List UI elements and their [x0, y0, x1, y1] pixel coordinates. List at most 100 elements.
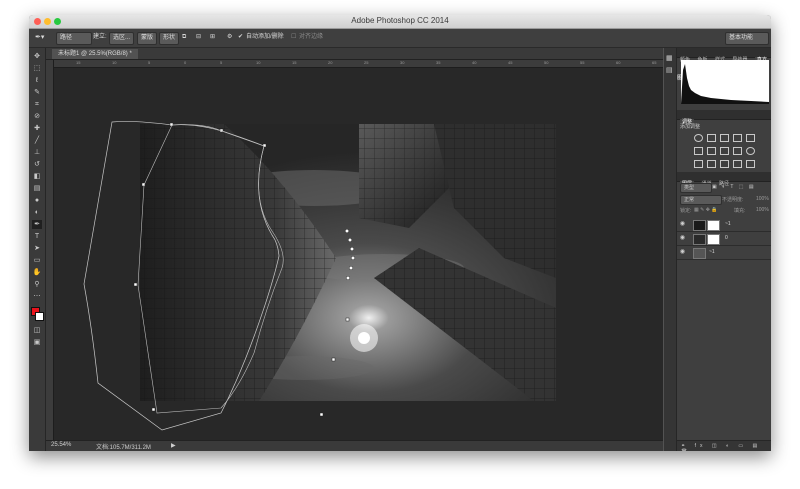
quick-mask-icon[interactable]: ◫: [32, 326, 42, 335]
visibility-eye-icon[interactable]: ◉: [679, 249, 686, 256]
path-arrangement-icon[interactable]: ⊞: [210, 32, 215, 43]
options-bar: ✒▾ 路径 建立: 选区... 蒙版 形状 ⧉ ⊟ ⊞ ⚙ ✔ 自动添加/删除 …: [29, 29, 771, 48]
pen-tool-icon[interactable]: ✒: [32, 220, 42, 229]
channel-mixer-icon[interactable]: [746, 147, 755, 155]
background-color-swatch[interactable]: [35, 312, 44, 321]
crop-tool-icon[interactable]: ⌗: [32, 100, 42, 109]
panel-icon-strip: ▦ ▤: [664, 48, 677, 451]
type-tool-icon[interactable]: T: [32, 232, 42, 241]
lock-icons[interactable]: ▦ ✎ ✥ 🔒: [694, 207, 718, 213]
history-brush-tool-icon[interactable]: ↺: [32, 160, 42, 169]
ruler-tick: 40: [472, 60, 477, 65]
photo-filter-icon[interactable]: [733, 147, 742, 155]
layers-footer: ⚭ fx ◫ ◐ ▭ ▤ 🗑: [677, 440, 771, 451]
ruler-tick: 5: [220, 60, 223, 65]
document-tab-bar: 未标题1 @ 25.5%(RGB/8) *: [46, 48, 663, 60]
gradient-map-icon[interactable]: [733, 160, 742, 168]
exposure-icon[interactable]: [733, 134, 742, 142]
invert-icon[interactable]: [694, 160, 703, 168]
path-selection-tool-icon[interactable]: ➤: [32, 244, 42, 253]
path-alignment-icon[interactable]: ⊟: [196, 32, 201, 43]
properties-panel-icon[interactable]: ▤: [666, 66, 673, 74]
black-white-icon[interactable]: [720, 147, 729, 155]
hue-saturation-icon[interactable]: [694, 147, 703, 155]
histogram: [681, 60, 769, 104]
fill-value[interactable]: 100%: [756, 207, 769, 213]
move-tool-icon[interactable]: ✥: [32, 52, 42, 61]
dodge-tool-icon[interactable]: ◐: [32, 208, 42, 217]
healing-brush-tool-icon[interactable]: ✚: [32, 124, 42, 133]
layer-row[interactable]: ◉ ~1: [677, 218, 771, 232]
lasso-tool-icon[interactable]: ℓ: [32, 76, 42, 85]
fill-label: 填充:: [734, 208, 746, 214]
blend-mode-select[interactable]: 正常: [680, 195, 722, 205]
status-menu-arrow-icon[interactable]: ▶: [171, 442, 176, 449]
layer-row[interactable]: ◉ 0: [677, 232, 771, 246]
layer-thumbnail: [693, 248, 706, 259]
eraser-tool-icon[interactable]: ◧: [32, 172, 42, 181]
add-adjustment-label: 添加调整: [680, 124, 701, 130]
path-mode-select[interactable]: 路径: [56, 32, 92, 45]
document-info[interactable]: 文档:105.7M/311.2M: [96, 442, 151, 451]
history-panel-icon[interactable]: ▦: [666, 54, 673, 62]
hand-tool-icon[interactable]: ✋: [32, 268, 42, 277]
gradient-tool-icon[interactable]: ▤: [32, 184, 42, 193]
canvas[interactable]: [54, 68, 663, 440]
layer-row[interactable]: ◉ ~1: [677, 246, 771, 260]
visibility-eye-icon[interactable]: ◉: [679, 221, 686, 228]
brightness-contrast-icon[interactable]: [694, 134, 703, 142]
make-label: 建立:: [93, 34, 107, 40]
marquee-tool-icon[interactable]: ⬚: [32, 64, 42, 73]
ruler-tick: 10: [256, 60, 261, 65]
vibrance-icon[interactable]: [746, 134, 755, 142]
title-bar: Adobe Photoshop CC 2014: [29, 15, 771, 29]
clone-stamp-tool-icon[interactable]: ⊥: [32, 148, 42, 157]
mask-button[interactable]: 蒙版: [137, 32, 158, 45]
gear-icon[interactable]: ⚙: [227, 32, 232, 43]
layer-kind-filter[interactable]: 类型: [680, 183, 712, 193]
align-edges-checkbox[interactable]: ☐: [291, 32, 296, 43]
quick-select-tool-icon[interactable]: ✎: [32, 88, 42, 97]
layer-thumbnail: [693, 234, 706, 245]
status-bar: 25.54% 文档:105.7M/311.2M ▶: [46, 440, 663, 451]
right-panels: ▦ ▤ 颜色 色板 样式 导航器 直方图 调整 添加调整 路径 类型 ▣ ◐ T…: [664, 48, 771, 451]
ruler-tick: 55: [580, 60, 585, 65]
auto-add-delete-label: 自动添加/删除: [246, 34, 284, 40]
screen-mode-icon[interactable]: ▣: [32, 338, 42, 347]
color-balance-icon[interactable]: [707, 147, 716, 155]
ruler-tick: 5: [148, 60, 151, 65]
brush-tool-icon[interactable]: ╱: [32, 136, 42, 145]
selection-button[interactable]: 选区...: [109, 32, 135, 45]
auto-add-delete-checkbox[interactable]: ✔: [238, 32, 243, 43]
layer-name: 0: [725, 235, 728, 241]
ruler-tick: 15: [292, 60, 297, 65]
posterize-icon[interactable]: [707, 160, 716, 168]
photo: [140, 124, 556, 401]
opacity-value[interactable]: 100%: [756, 196, 769, 202]
window-title: Adobe Photoshop CC 2014: [351, 16, 449, 25]
horizontal-ruler: 15 10 5 0 5 10 15 20 25 30 35 40 45 50 5…: [54, 60, 663, 68]
eyedropper-tool-icon[interactable]: ⊘: [32, 112, 42, 121]
more-tools-icon[interactable]: ⋯: [32, 292, 42, 301]
pen-tool-icon[interactable]: ✒▾: [35, 32, 44, 43]
ruler-tick: 15: [76, 60, 81, 65]
document-area: 未标题1 @ 25.5%(RGB/8) * 15 10 5 0 5 10 15 …: [46, 48, 663, 451]
layers-footer-icons[interactable]: ⚭ fx ◫ ◐ ▭ ▤ 🗑: [681, 443, 771, 451]
curves-icon[interactable]: [720, 134, 729, 142]
layer-name: ~1: [725, 221, 731, 227]
threshold-icon[interactable]: [720, 160, 729, 168]
workspace-switcher[interactable]: 基本功能: [725, 32, 769, 45]
document-tab[interactable]: 未标题1 @ 25.5%(RGB/8) *: [52, 49, 138, 59]
shape-button[interactable]: 形状: [159, 32, 180, 45]
zoom-tool-icon[interactable]: ⚲: [32, 280, 42, 289]
layer-filter-icons[interactable]: ▣ ◐ T ⬚ ▤: [712, 184, 756, 190]
blur-tool-icon[interactable]: ●: [32, 196, 42, 205]
path-operations-icon[interactable]: ⧉: [182, 32, 186, 43]
selective-color-icon[interactable]: [746, 160, 755, 168]
ruler-tick: 30: [400, 60, 405, 65]
zoom-level[interactable]: 25.54%: [51, 442, 71, 448]
visibility-eye-icon[interactable]: ◉: [679, 235, 686, 242]
levels-icon[interactable]: [707, 134, 716, 142]
rectangle-tool-icon[interactable]: ▭: [32, 256, 42, 265]
ruler-tick: 10: [112, 60, 117, 65]
